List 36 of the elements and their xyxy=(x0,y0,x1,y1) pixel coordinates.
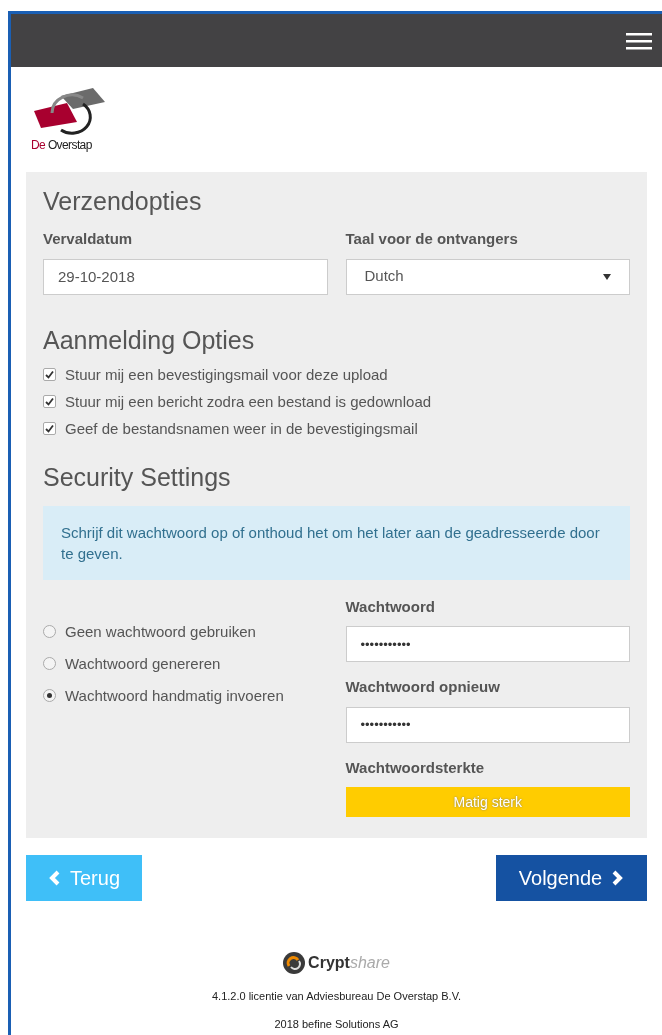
license-text: 4.1.2.0 licentie van Adviesbureau De Overstap B.V. xyxy=(211,989,462,1003)
section-title: Security Settings xyxy=(43,461,232,492)
brand-icon xyxy=(283,952,306,974)
date-field[interactable]: 29-10-2018 xyxy=(43,258,328,295)
copyright-text: 2018 befine Solutions AG xyxy=(274,1017,399,1031)
checkbox-label: Geef de bestandsnamen weer in de bevestigingsmail xyxy=(65,418,418,438)
field-label: Wachtwoord opnieuw xyxy=(345,677,501,697)
checkbox-label: Stuur mij een bericht zodra een bestand is gedownload xyxy=(65,391,432,411)
radio-button[interactable] xyxy=(43,657,56,670)
language-select[interactable]: Dutch xyxy=(345,258,630,295)
checkbox[interactable] xyxy=(43,394,56,408)
checkbox-label: Stuur mij een bevestigingsmail voor deze upload xyxy=(65,364,388,384)
radio-label: Wachtwoord handmatig invoeren xyxy=(65,685,284,706)
caret-icon xyxy=(603,273,611,280)
logo-text: De Overstap xyxy=(31,138,92,153)
radio-label: Wachtwoord genereren xyxy=(65,653,221,674)
radio-button[interactable] xyxy=(43,625,56,638)
next-button[interactable]: Volgende xyxy=(496,855,647,901)
password-field[interactable]: ••••••••••• xyxy=(345,626,630,662)
field-label: Vervaldatum xyxy=(43,229,134,249)
field-label: Wachtwoordsterkte xyxy=(345,757,486,778)
strength-reading: Matig sterk xyxy=(452,792,523,812)
checkbox[interactable] xyxy=(43,421,56,435)
password-field[interactable]: ••••••••••• xyxy=(345,706,630,743)
field-label: Wachtwoord xyxy=(345,596,436,617)
section-title: Aanmelding Opties xyxy=(43,324,256,355)
section-title: Verzendopties xyxy=(43,186,203,216)
radio-label: Geen wachtwoord gebruiken xyxy=(65,621,256,642)
menu-icon[interactable] xyxy=(626,31,652,50)
chevron-right-icon xyxy=(612,870,625,886)
radio-button[interactable] xyxy=(43,689,56,702)
field-label: Taal voor de ontvangers xyxy=(345,229,519,249)
checkbox[interactable] xyxy=(43,367,56,381)
info-message: Schrijf dit wachtwoord op of onthoud het om het later aan de geadresseerde door te geven. xyxy=(43,505,630,580)
chevron-left-icon xyxy=(48,870,60,886)
brand-logo: Cryptshare xyxy=(308,953,390,973)
